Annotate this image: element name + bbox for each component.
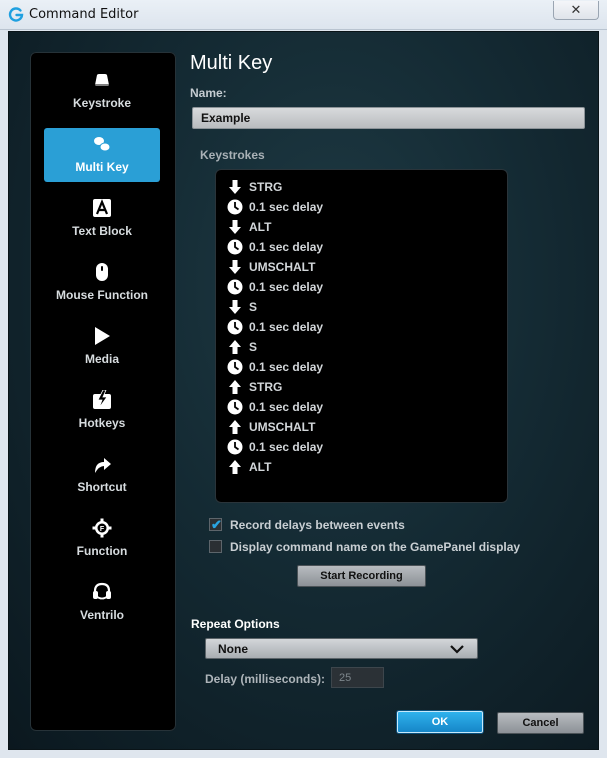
delay-label: Delay (milliseconds): bbox=[205, 672, 326, 686]
display-name-label: Display command name on the GamePanel di… bbox=[230, 540, 521, 554]
keycap-icon bbox=[95, 74, 109, 86]
hotkey-icon bbox=[93, 390, 111, 409]
multi-keycap-icon bbox=[94, 137, 111, 152]
repeat-options-value: None bbox=[218, 642, 248, 656]
delay-field[interactable] bbox=[331, 667, 384, 688]
sidebar-item-text-block[interactable]: Text Block bbox=[44, 192, 160, 246]
sidebar-item-label: Ventrilo bbox=[79, 608, 124, 622]
dialog-body: Keystroke Multi Key Text Block Mouse Fun… bbox=[8, 31, 599, 750]
sidebar-item-media[interactable]: Media bbox=[44, 320, 160, 374]
function-gear-icon: F bbox=[92, 518, 112, 538]
keystroke-row[interactable]: 0.1 sec delay bbox=[227, 277, 497, 297]
key-down-arrow-icon bbox=[229, 180, 241, 194]
clock-icon bbox=[227, 239, 243, 255]
keystroke-text: 0.1 sec delay bbox=[249, 280, 324, 294]
key-down-arrow-icon bbox=[229, 260, 241, 274]
shortcut-arrow-icon bbox=[95, 458, 111, 473]
keystroke-list[interactable]: STRG 0.1 sec delay ALT 0.1 sec delay UMSCHAL… bbox=[216, 170, 507, 502]
keystroke-text: 0.1 sec delay bbox=[249, 320, 324, 334]
window-title: Command Editor bbox=[29, 7, 139, 22]
keystroke-text: UMSCHALT bbox=[249, 420, 316, 434]
keystroke-text: S bbox=[249, 300, 258, 314]
keystroke-text: 0.1 sec delay bbox=[249, 360, 324, 374]
sidebar-item-label: Multi Key bbox=[75, 160, 129, 174]
checkmark-icon: ✔ bbox=[211, 517, 222, 532]
key-up-arrow-icon bbox=[229, 460, 241, 474]
keystroke-text: 0.1 sec delay bbox=[249, 400, 324, 414]
clock-icon bbox=[227, 319, 243, 335]
sidebar-item-label: Keystroke bbox=[72, 96, 132, 110]
key-up-arrow-icon bbox=[229, 420, 241, 434]
keystroke-text: 0.1 sec delay bbox=[249, 200, 324, 214]
repeat-options-select[interactable]: None bbox=[205, 638, 478, 659]
clock-icon bbox=[227, 439, 243, 455]
keystroke-row[interactable]: 0.1 sec delay bbox=[227, 357, 497, 377]
keystroke-text: UMSCHALT bbox=[249, 260, 316, 274]
svg-text:F: F bbox=[100, 526, 105, 533]
repeat-options-label: Repeat Options bbox=[191, 617, 280, 631]
sidebar-item-mouse-function[interactable]: Mouse Function bbox=[44, 256, 160, 310]
close-button[interactable]: ✕ bbox=[553, 1, 599, 20]
sidebar-item-label: Mouse Function bbox=[56, 288, 148, 302]
text-a-icon bbox=[93, 199, 111, 217]
keystroke-row[interactable]: STRG bbox=[227, 177, 497, 197]
keystroke-row[interactable]: ALT bbox=[227, 457, 497, 477]
sidebar-item-label: Media bbox=[84, 352, 119, 366]
mouse-icon bbox=[96, 263, 108, 281]
sidebar-item-label: Text Block bbox=[72, 224, 132, 238]
sidebar-item-label: Hotkeys bbox=[78, 416, 126, 430]
clock-icon bbox=[227, 359, 243, 375]
logitech-g-icon bbox=[8, 7, 24, 22]
sidebar-item-ventrilo[interactable]: Ventrilo bbox=[44, 576, 160, 630]
sidebar-item-shortcut[interactable]: Shortcut bbox=[44, 448, 160, 502]
sidebar-item-function[interactable]: F Function bbox=[44, 512, 160, 566]
clock-icon bbox=[227, 199, 243, 215]
sidebar-item-hotkeys[interactable]: Hotkeys bbox=[44, 384, 160, 438]
keystroke-row[interactable]: 0.1 sec delay bbox=[227, 197, 497, 217]
keystroke-text: STRG bbox=[249, 380, 283, 394]
keystroke-row[interactable]: STRG bbox=[227, 377, 497, 397]
sidebar-item-keystroke[interactable]: Keystroke bbox=[44, 64, 160, 118]
play-icon bbox=[95, 327, 110, 345]
key-down-arrow-icon bbox=[229, 300, 241, 314]
keystroke-row[interactable]: S bbox=[227, 337, 497, 357]
keystroke-text: ALT bbox=[249, 220, 272, 234]
record-delays-label: Record delays between events bbox=[230, 518, 405, 532]
keystroke-row[interactable]: S bbox=[227, 297, 497, 317]
name-field[interactable] bbox=[192, 107, 585, 129]
start-recording-button[interactable]: Start Recording bbox=[297, 565, 426, 587]
name-label: Name: bbox=[190, 86, 227, 100]
keystroke-text: 0.1 sec delay bbox=[249, 240, 324, 254]
clock-icon bbox=[227, 279, 243, 295]
keystrokes-label: Keystrokes bbox=[200, 148, 265, 162]
keystroke-text: 0.1 sec delay bbox=[249, 440, 324, 454]
clock-icon bbox=[227, 399, 243, 415]
keystroke-row[interactable]: 0.1 sec delay bbox=[227, 397, 497, 417]
key-up-arrow-icon bbox=[229, 340, 241, 354]
keystroke-row[interactable]: 0.1 sec delay bbox=[227, 437, 497, 457]
keystroke-row[interactable]: 0.1 sec delay bbox=[227, 237, 497, 257]
sidebar-item-multi-key[interactable]: Multi Key bbox=[44, 128, 160, 182]
keystroke-row[interactable]: 0.1 sec delay bbox=[227, 317, 497, 337]
keystroke-row[interactable]: ALT bbox=[227, 217, 497, 237]
ok-button[interactable]: OK bbox=[397, 711, 483, 733]
keystroke-row[interactable]: UMSCHALT bbox=[227, 257, 497, 277]
chevron-down-icon bbox=[450, 645, 464, 654]
display-name-checkbox[interactable] bbox=[209, 540, 222, 553]
sidebar-item-label: Function bbox=[76, 544, 128, 558]
keystroke-text: S bbox=[249, 340, 258, 354]
keystroke-text: ALT bbox=[249, 460, 272, 474]
keystroke-text: STRG bbox=[249, 180, 283, 194]
page-title: Multi Key bbox=[190, 52, 273, 74]
key-up-arrow-icon bbox=[229, 380, 241, 394]
cancel-button[interactable]: Cancel bbox=[497, 712, 584, 734]
key-down-arrow-icon bbox=[229, 220, 241, 234]
command-type-sidebar: Keystroke Multi Key Text Block Mouse Fun… bbox=[30, 52, 176, 731]
sidebar-item-label: Shortcut bbox=[77, 480, 127, 494]
title-bar: Command Editor ✕ bbox=[0, 0, 607, 30]
record-delays-checkbox[interactable]: ✔ bbox=[209, 517, 222, 532]
headset-icon bbox=[93, 582, 111, 600]
keystroke-row[interactable]: UMSCHALT bbox=[227, 417, 497, 437]
